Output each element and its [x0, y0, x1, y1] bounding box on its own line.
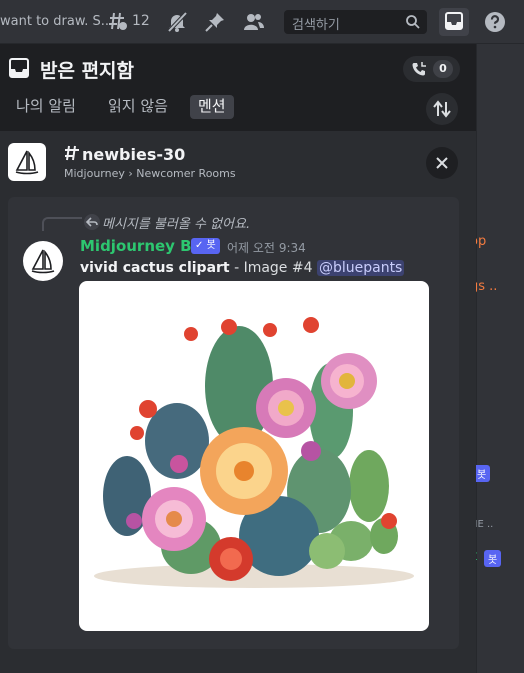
channel-header: want to draw. S... 12 검색하기 — [0, 0, 524, 44]
threads-icon — [109, 12, 127, 30]
member-list-icon[interactable] — [243, 11, 265, 33]
message[interactable]: 메시지를 불러올 수 없어요. Midjourney Bot ✓ 봇 어제 오전… — [8, 197, 459, 649]
search-placeholder: 검색하기 — [292, 18, 340, 33]
flower-pink — [321, 353, 377, 409]
breadcrumb-category: Newcomer Rooms — [136, 167, 236, 180]
reply-spine — [42, 217, 82, 231]
bg-bot-badge: 봇 — [484, 550, 502, 567]
mention-channel-row[interactable]: newbies-30 Midjourney › Newcomer Rooms — [0, 131, 476, 197]
flower-pink — [142, 487, 206, 551]
threads-button[interactable]: 12 — [108, 11, 150, 31]
channel-name-label: newbies-30 — [82, 145, 186, 164]
sailboat-icon — [31, 249, 55, 274]
timestamp-time: 9:34 — [278, 241, 306, 255]
message-content: vivid cactus clipart - Image #4 @bluepan… — [80, 260, 405, 276]
search-icon — [406, 15, 420, 29]
breadcrumb-server: Midjourney — [64, 167, 125, 180]
timestamp: 어제 오전 9:34 — [227, 239, 306, 256]
dismiss-button[interactable] — [426, 147, 458, 179]
inbox-popout: 받은 편지함 0 나의 알림 읽지 않음 멘션 newbies-30 Midjo… — [0, 44, 476, 673]
inbox-button[interactable] — [439, 8, 469, 36]
sort-button[interactable] — [426, 93, 458, 125]
search-input[interactable]: 검색하기 — [284, 10, 427, 34]
thread-hash-icon — [65, 145, 79, 161]
bot-badge: ✓ 봇 — [191, 238, 220, 254]
help-icon[interactable] — [484, 11, 506, 33]
timestamp-day: 어제 오전 — [227, 241, 275, 255]
reply-icon — [84, 214, 100, 230]
mute-bell-icon[interactable] — [166, 11, 188, 33]
author-name[interactable]: Midjourney Bot — [80, 237, 209, 255]
sort-icon — [433, 100, 451, 118]
tab-unreads[interactable]: 읽지 않음 — [108, 95, 168, 119]
close-icon — [436, 157, 448, 169]
threads-count: 12 — [132, 13, 150, 29]
prompt-text: vivid cactus clipart — [80, 260, 230, 276]
friend-requests-button[interactable]: 0 — [403, 56, 460, 82]
sailboat-icon — [15, 150, 39, 175]
inbox-title: 받은 편지함 — [40, 60, 135, 82]
flower-red — [209, 537, 253, 581]
pin-icon[interactable] — [204, 11, 226, 33]
background-chat — [476, 44, 524, 673]
inbox-icon — [9, 58, 29, 78]
user-mention[interactable]: @bluepants — [316, 260, 405, 276]
server-icon[interactable] — [8, 143, 46, 181]
tab-for-you[interactable]: 나의 알림 — [16, 95, 76, 119]
avatar[interactable] — [23, 241, 63, 281]
channel-name[interactable]: newbies-30 — [64, 145, 185, 164]
flower-orange — [200, 427, 288, 515]
channel-topic[interactable]: want to draw. S... — [0, 14, 113, 29]
breadcrumb: Midjourney › Newcomer Rooms — [64, 167, 236, 180]
unread-count-badge: 0 — [433, 60, 453, 78]
reply-notice: 메시지를 불러올 수 없어요. — [102, 217, 251, 232]
phone-icon — [412, 62, 426, 76]
cactus-illustration — [94, 317, 414, 588]
tab-mentions[interactable]: 멘션 — [190, 95, 234, 119]
inbox-header: 받은 편지함 0 나의 알림 읽지 않음 멘션 — [0, 44, 476, 131]
flower-pink — [256, 378, 316, 438]
inbox-icon — [445, 12, 463, 30]
attachment-image[interactable] — [79, 281, 429, 631]
image-suffix: - Image #4 — [229, 260, 317, 276]
breadcrumb-separator: › — [128, 167, 133, 180]
